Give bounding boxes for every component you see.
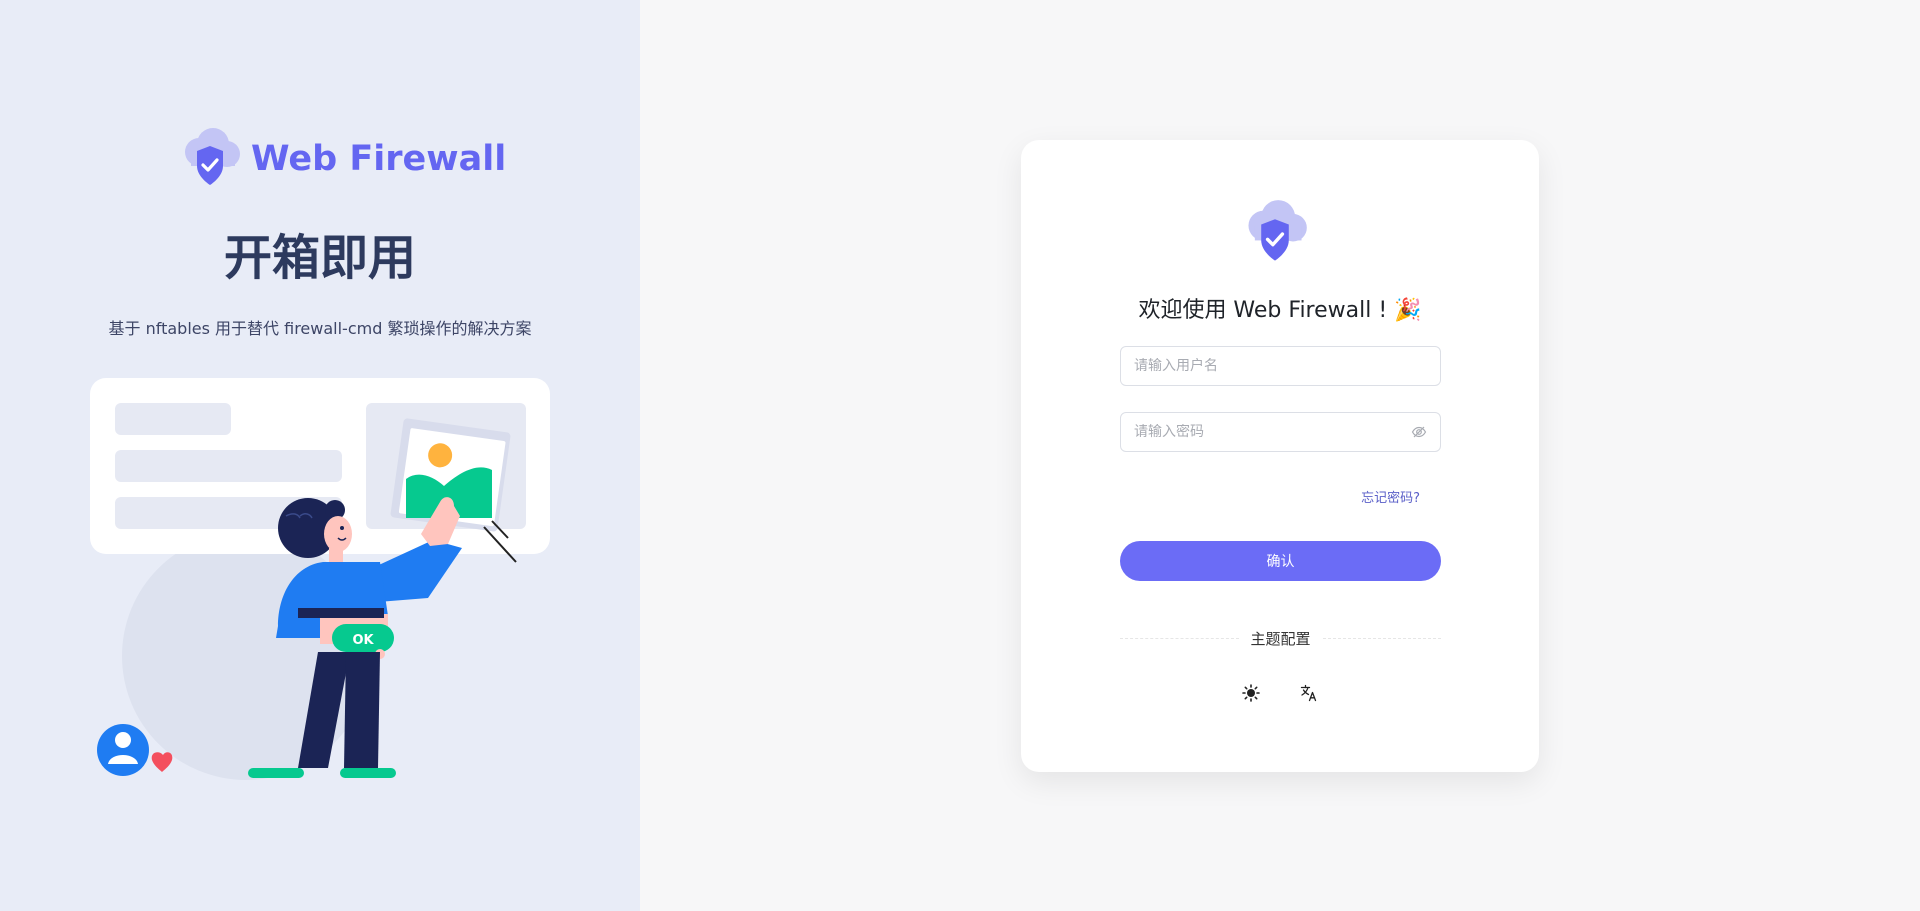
submit-button[interactable]: 确认 — [1120, 541, 1441, 581]
password-input[interactable] — [1134, 424, 1411, 440]
hero-illustration: OK — [90, 378, 550, 780]
hero-description: 基于 nftables 用于替代 firewall-cmd 繁琐操作的解决方案 — [108, 319, 532, 338]
language-toggle-button[interactable] — [1296, 680, 1322, 706]
divider-line — [1120, 637, 1239, 639]
theme-config-label: 主题配置 — [1250, 629, 1311, 648]
theme-toggle-button[interactable] — [1238, 680, 1264, 706]
brand-name: Web Firewall — [251, 139, 507, 179]
svg-text:OK: OK — [352, 633, 374, 648]
password-field[interactable] — [1120, 412, 1441, 452]
translate-icon — [1300, 684, 1317, 702]
forgot-password-link[interactable]: 忘记密码? — [1361, 487, 1420, 506]
login-card: 欢迎使用 Web Firewall ! 🎉 忘记密码? 确认 主题配置 — [1021, 140, 1539, 772]
left-panel: Web Firewall 开箱即用 基于 nftables 用于替代 firew… — [0, 0, 640, 911]
cloud-shield-icon — [1248, 200, 1307, 261]
eye-icon[interactable] — [1411, 424, 1427, 440]
brand: Web Firewall — [177, 126, 506, 192]
sun-icon — [1242, 684, 1260, 702]
hero-slogan: 开箱即用 — [223, 230, 416, 286]
theme-divider: 主题配置 — [1120, 628, 1442, 648]
username-field[interactable] — [1120, 346, 1441, 386]
welcome-title: 欢迎使用 Web Firewall ! 🎉 — [1138, 298, 1422, 323]
cloud-shield-icon — [185, 128, 240, 185]
username-input[interactable] — [1134, 358, 1427, 374]
divider-line — [1322, 637, 1442, 639]
